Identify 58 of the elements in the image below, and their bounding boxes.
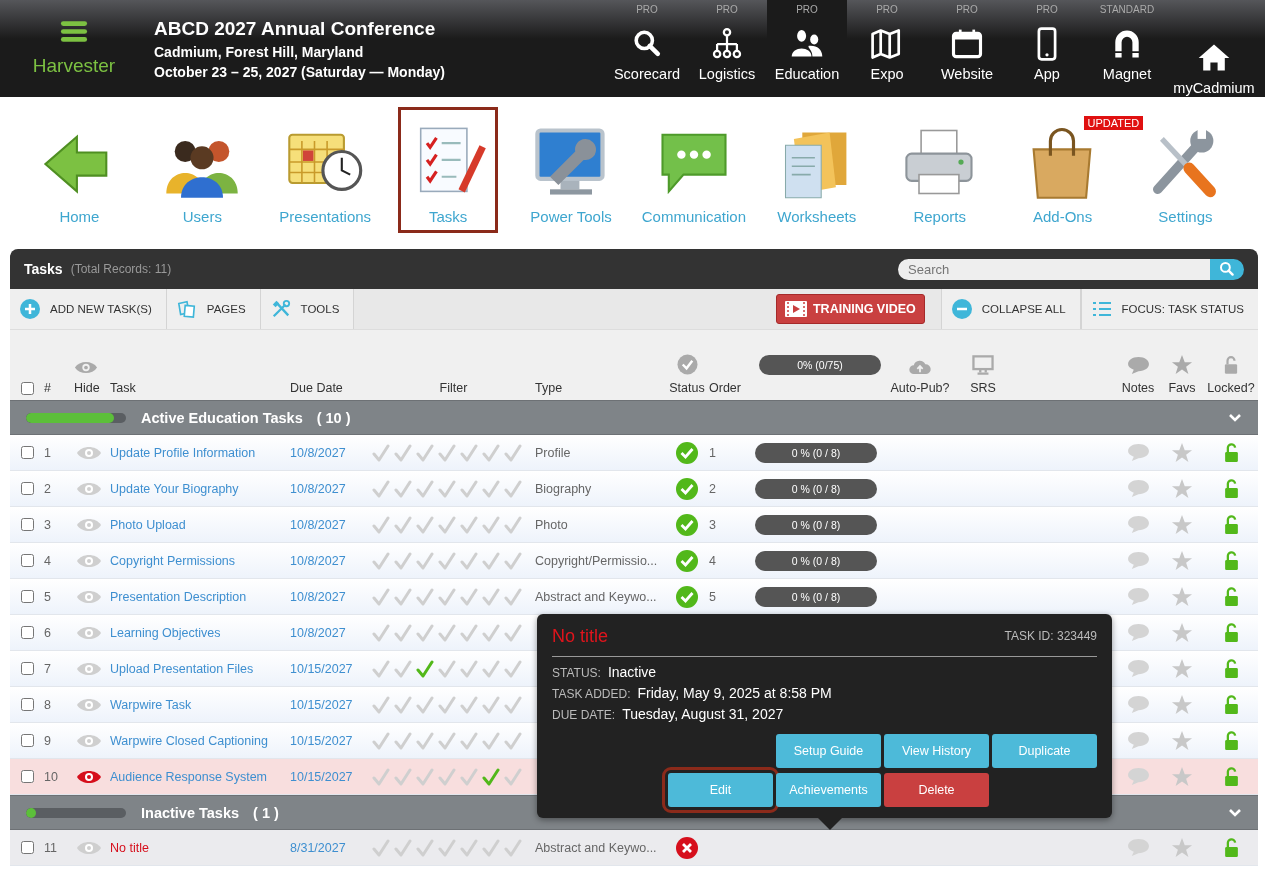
- group-title: Active Education Tasks: [141, 409, 303, 426]
- due-date: 10/15/2027: [290, 661, 354, 676]
- panel-title: Tasks: [24, 261, 63, 277]
- field-value: Friday, May 9, 2025 at 8:58 PM: [637, 685, 832, 701]
- progress-bar: 0 % (0 / 8): [755, 442, 877, 463]
- row-number: 11: [44, 840, 58, 855]
- row-number: 3: [44, 517, 52, 532]
- app-name: Harvester: [32, 55, 116, 77]
- updated-badge: UPDATED: [1082, 115, 1145, 131]
- row-number: 6: [44, 625, 52, 640]
- task-type: Abstract and Keywo...: [535, 840, 658, 855]
- row-number: 7: [44, 661, 52, 676]
- due-date: 10/8/2027: [290, 589, 347, 604]
- row-number: 8: [44, 697, 52, 712]
- due-date: 10/8/2027: [290, 517, 347, 532]
- popup-title: No title: [552, 625, 609, 647]
- due-date: 10/15/2027: [290, 697, 354, 712]
- due-date: 10/15/2027: [290, 733, 354, 748]
- task-type: Copyright/Permissio...: [535, 553, 659, 568]
- progress-bar: 0 % (0 / 8): [755, 514, 877, 535]
- field-label: STATUS:: [552, 666, 601, 680]
- due-date: 10/15/2027: [290, 769, 354, 784]
- order-number: 1: [709, 445, 717, 460]
- event-dates: October 23 – 25, 2027 (Saturday — Monday): [154, 63, 446, 80]
- record-count: (Total Records: 11): [70, 262, 172, 276]
- row-number: 10: [44, 769, 59, 784]
- task-type: Abstract and Keywo...: [535, 589, 658, 604]
- progress-bar: 0 % (0 / 8): [755, 550, 877, 571]
- field-value: Inactive: [607, 664, 657, 680]
- due-date: 8/31/2027: [290, 840, 347, 855]
- progress-bar: 0 % (0 / 8): [755, 586, 877, 607]
- field-label: TASK ADDED:: [552, 687, 631, 701]
- due-date: 10/8/2027: [290, 625, 347, 640]
- due-date: 10/8/2027: [290, 481, 347, 496]
- due-date: 10/8/2027: [290, 445, 347, 460]
- task-type: Biography: [535, 481, 593, 496]
- order-number: 2: [709, 481, 717, 496]
- row-number: 5: [44, 589, 52, 604]
- task-id: TASK ID: 323449: [1004, 629, 1097, 643]
- order-number: 4: [709, 553, 717, 568]
- due-date: 10/8/2027: [290, 553, 347, 568]
- progress-bar: 0 % (0 / 8): [755, 478, 877, 499]
- task-type: Profile: [535, 445, 572, 460]
- order-number: 5: [709, 589, 717, 604]
- group-count: ( 10 ): [316, 409, 351, 426]
- row-number: 4: [44, 553, 52, 568]
- order-number: 3: [709, 517, 717, 532]
- row-number: 9: [44, 733, 52, 748]
- row-number: 1: [44, 445, 52, 460]
- field-value: Tuesday, August 31, 2027: [622, 706, 784, 722]
- progress-bar: 0% (0/75): [759, 355, 881, 375]
- group-title: Inactive Tasks: [141, 804, 240, 821]
- group-count: ( 1 ): [253, 804, 279, 821]
- task-type: Photo: [535, 517, 569, 532]
- event-location: Cadmium, Forest Hill, Maryland: [154, 43, 365, 60]
- event-title: ABCD 2027 Annual Conference: [154, 17, 437, 40]
- row-number: 2: [44, 481, 52, 496]
- field-label: DUE DATE:: [552, 708, 616, 722]
